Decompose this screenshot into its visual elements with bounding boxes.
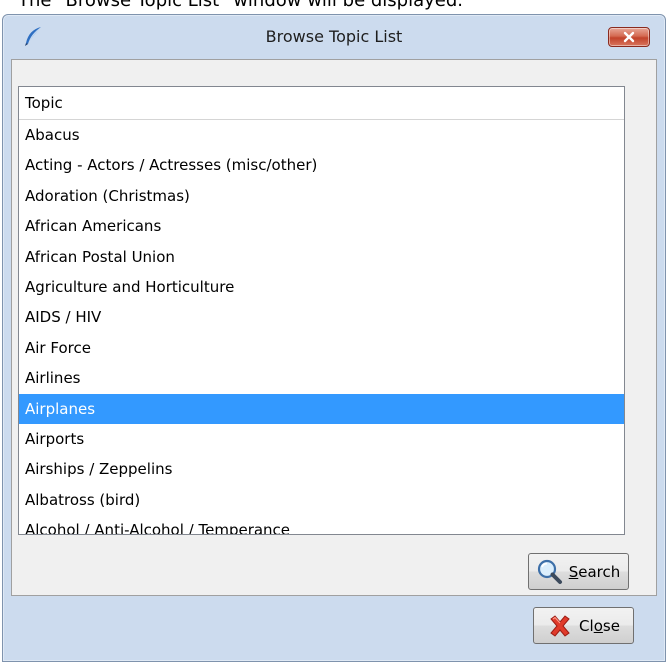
list-item[interactable]: African Postal Union [19,242,624,272]
topic-list[interactable]: Topic Abacus Acting - Actors / Actresses… [18,86,625,535]
content-panel: Topic Abacus Acting - Actors / Actresses… [11,59,657,596]
title-bar[interactable]: Browse Topic List [3,15,665,59]
list-item[interactable]: Airlines [19,363,624,393]
list-item[interactable]: AIDS / HIV [19,302,624,332]
search-button-label: Search [568,562,621,581]
caption-text: The "Browse Topic List" window will be d… [18,0,464,11]
list-item[interactable]: Albatross (bird) [19,485,624,515]
red-x-icon [547,613,573,639]
list-item[interactable]: Adoration (Christmas) [19,181,624,211]
window-title: Browse Topic List [265,27,403,46]
list-item[interactable]: Air Force [19,333,624,363]
magnifier-icon [537,559,563,585]
close-button[interactable]: Close [533,607,634,644]
list-item[interactable]: Abacus [19,120,624,150]
list-item[interactable]: Alcohol / Anti-Alcohol / Temperance [19,515,624,534]
list-item[interactable]: Acting - Actors / Actresses (misc/other) [19,150,624,180]
list-item[interactable]: African Americans [19,211,624,241]
browse-topic-list-window: Browse Topic List Topic Abacus Acting - … [2,14,666,662]
column-header-topic[interactable]: Topic [19,87,624,120]
list-item-selected[interactable]: Airplanes [19,393,624,424]
window-close-button[interactable] [608,27,650,47]
close-x-icon [623,31,635,43]
search-button[interactable]: Search [528,553,629,590]
close-button-label: Close [579,616,620,635]
list-item[interactable]: Airports [19,424,624,454]
list-item[interactable]: Airships / Zeppelins [19,454,624,484]
list-item[interactable]: Agriculture and Horticulture [19,272,624,302]
